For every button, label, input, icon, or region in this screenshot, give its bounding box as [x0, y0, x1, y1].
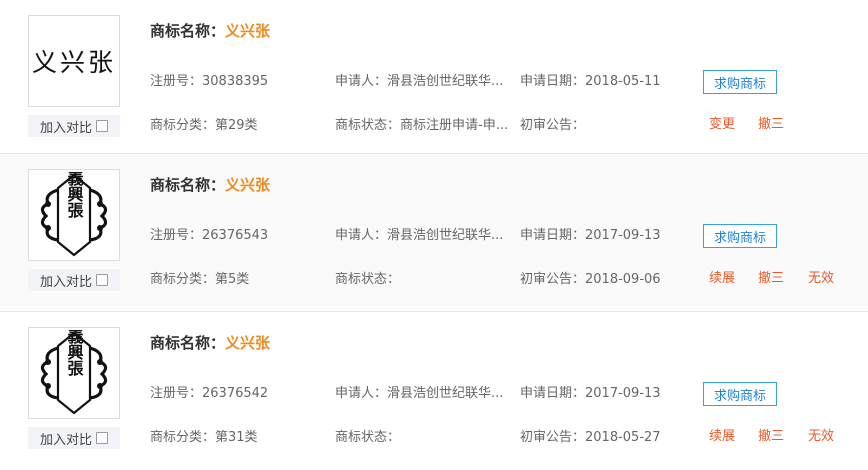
trademark-logo[interactable]: 義興張: [28, 327, 120, 419]
compare-label: 加入对比: [39, 432, 92, 448]
application-date: 申请日期：2017-09-13: [520, 382, 661, 401]
buy-trademark-button[interactable]: 求购商标: [703, 70, 777, 94]
logo-text: 义兴张: [31, 48, 116, 77]
pub-label: 初审公告：: [520, 272, 586, 287]
pub-value: 2018-09-06: [585, 272, 661, 287]
trademark-logo[interactable]: 義興張: [28, 169, 120, 261]
reg-no-label: 注册号：: [150, 228, 203, 243]
reg-no-value: 26376543: [202, 228, 269, 243]
reg-no: 注册号：26376543: [150, 224, 268, 243]
reg-no: 注册号：26376542: [150, 382, 268, 401]
applicant-label: 申请人：: [335, 386, 388, 401]
ornate-seal-logo: 義興張: [40, 330, 108, 415]
revoke-link[interactable]: 撤三: [758, 267, 784, 286]
logo-text: 義興張: [65, 172, 84, 219]
renew-link[interactable]: 续展: [709, 425, 735, 444]
add-to-compare[interactable]: 加入对比: [28, 427, 120, 449]
trademark-status: 商标状态：: [335, 426, 400, 445]
reg-no-value: 26376542: [202, 386, 269, 401]
applicant: 申请人：滑县浩创世纪联华...: [335, 70, 503, 89]
class-value: 第5类: [215, 272, 250, 287]
trademark-title: 商标名称：义兴张: [150, 174, 270, 195]
name-label: 商标名称：: [150, 22, 226, 40]
applicant: 申请人：滑县浩创世纪联华...: [335, 382, 503, 401]
application-date: 申请日期：2018-05-11: [520, 70, 661, 89]
renew-link[interactable]: 续展: [709, 267, 735, 286]
revoke-link[interactable]: 撤三: [758, 425, 784, 444]
reg-no-label: 注册号：: [150, 74, 203, 89]
trademark-card: 义兴张 加入对比 商标名称：义兴张 注册号：30838395 申请人：滑县浩创世…: [0, 0, 868, 157]
buy-trademark-button[interactable]: 求购商标: [703, 382, 777, 406]
trademark-class: 商标分类：第29类: [150, 114, 258, 133]
reg-no-label: 注册号：: [150, 386, 203, 401]
date-label: 申请日期：: [520, 228, 586, 243]
buy-trademark-button[interactable]: 求购商标: [703, 224, 777, 248]
invalidate-link[interactable]: 无效: [808, 425, 834, 444]
status-value: 商标注册申请-申...: [400, 118, 509, 133]
invalidate-link[interactable]: 无效: [808, 267, 834, 286]
compare-label: 加入对比: [39, 120, 92, 136]
pub-label: 初审公告：: [520, 118, 586, 133]
date-value: 2018-05-11: [585, 74, 661, 89]
pub-label: 初审公告：: [520, 430, 586, 445]
status-label: 商标状态：: [335, 118, 401, 133]
status-label: 商标状态：: [335, 272, 401, 287]
class-value: 第31类: [215, 430, 258, 445]
applicant-value: 滑县浩创世纪联华...: [387, 386, 504, 401]
applicant-label: 申请人：: [335, 74, 388, 89]
trademark-card: 義興張 加入对比 商标名称：义兴张 注册号：26376542 申请人：滑县浩创世…: [0, 311, 868, 470]
trademark-class: 商标分类：第31类: [150, 426, 258, 445]
preliminary-publication: 初审公告：2018-09-06: [520, 268, 661, 287]
application-date: 申请日期：2017-09-13: [520, 224, 661, 243]
name-label: 商标名称：: [150, 334, 226, 352]
reg-no-value: 30838395: [202, 74, 269, 89]
compare-label: 加入对比: [39, 274, 92, 290]
compare-checkbox[interactable]: [96, 120, 108, 132]
trademark-title: 商标名称：义兴张: [150, 332, 270, 353]
pub-value: 2018-05-27: [585, 430, 661, 445]
revoke-link[interactable]: 撤三: [758, 113, 784, 132]
applicant: 申请人：滑县浩创世纪联华...: [335, 224, 503, 243]
change-link[interactable]: 变更: [709, 113, 735, 132]
class-label: 商标分类：: [150, 118, 216, 133]
preliminary-publication: 初审公告：: [520, 114, 585, 133]
reg-no: 注册号：30838395: [150, 70, 268, 89]
logo-text: 義興張: [65, 330, 84, 377]
trademark-status: 商标状态：商标注册申请-申...: [335, 114, 508, 133]
trademark-name[interactable]: 义兴张: [225, 176, 270, 194]
add-to-compare[interactable]: 加入对比: [28, 269, 120, 291]
compare-checkbox[interactable]: [96, 274, 108, 286]
trademark-title: 商标名称：义兴张: [150, 20, 270, 41]
class-label: 商标分类：: [150, 430, 216, 445]
applicant-value: 滑县浩创世纪联华...: [387, 228, 504, 243]
trademark-result-list: 义兴张 加入对比 商标名称：义兴张 注册号：30838395 申请人：滑县浩创世…: [0, 0, 868, 470]
add-to-compare[interactable]: 加入对比: [28, 115, 120, 137]
name-label: 商标名称：: [150, 176, 226, 194]
applicant-label: 申请人：: [335, 228, 388, 243]
trademark-status: 商标状态：: [335, 268, 400, 287]
date-value: 2017-09-13: [585, 386, 661, 401]
trademark-name[interactable]: 义兴张: [225, 334, 270, 352]
compare-checkbox[interactable]: [96, 432, 108, 444]
applicant-value: 滑县浩创世纪联华...: [387, 74, 504, 89]
preliminary-publication: 初审公告：2018-05-27: [520, 426, 661, 445]
status-label: 商标状态：: [335, 430, 401, 445]
ornate-seal-logo: 義興張: [40, 172, 108, 257]
date-label: 申请日期：: [520, 74, 586, 89]
date-label: 申请日期：: [520, 386, 586, 401]
trademark-card: 義興張 加入对比 商标名称：义兴张 注册号：26376543 申请人：滑县浩创世…: [0, 153, 868, 311]
trademark-name[interactable]: 义兴张: [225, 22, 270, 40]
date-value: 2017-09-13: [585, 228, 661, 243]
trademark-logo[interactable]: 义兴张: [28, 15, 120, 107]
class-value: 第29类: [215, 118, 258, 133]
class-label: 商标分类：: [150, 272, 216, 287]
trademark-class: 商标分类：第5类: [150, 268, 249, 287]
